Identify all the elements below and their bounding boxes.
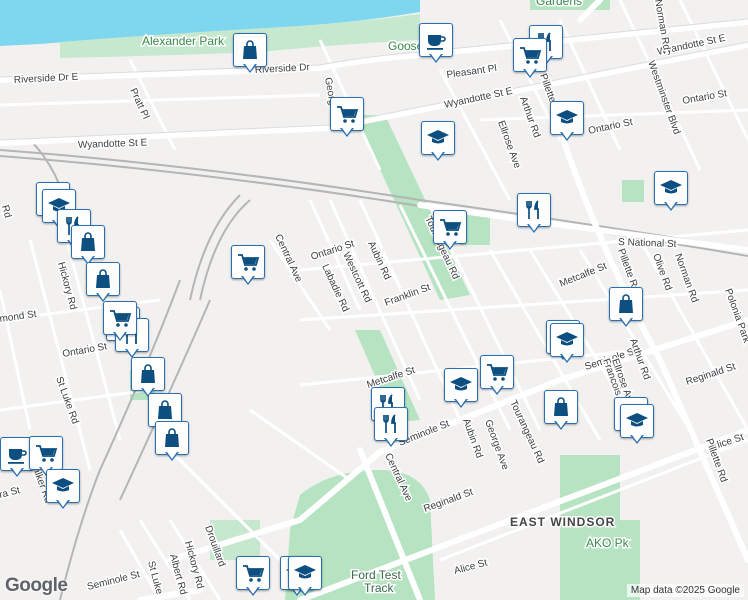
shopping-cart-icon (36, 445, 58, 462)
map-marker-school[interactable] (444, 368, 478, 412)
coffee-icon (8, 449, 27, 464)
map-marker-school[interactable] (550, 101, 584, 145)
map-marker-shopping-bag[interactable] (155, 421, 189, 465)
shopping-cart-icon (487, 364, 509, 381)
google-logo[interactable]: Google (5, 575, 68, 597)
shopping-cart-icon (110, 310, 132, 327)
shopping-bag-icon (81, 232, 95, 251)
coffee-icon (427, 35, 446, 50)
map-marker-school[interactable] (288, 556, 322, 600)
label-ford-test-track-2: Track (364, 581, 395, 595)
school-icon (450, 377, 472, 391)
restaurant-icon (526, 200, 539, 219)
school-icon (52, 478, 74, 492)
shopping-cart-icon (337, 106, 359, 123)
map-marker-shopping-bag[interactable] (233, 33, 267, 77)
map-marker-shopping-cart[interactable] (513, 38, 547, 82)
map-marker-shopping-bag[interactable] (609, 287, 643, 331)
map-marker-shopping-cart[interactable] (330, 97, 364, 141)
shopping-cart-icon (440, 219, 462, 236)
shopping-bag-icon (141, 364, 155, 383)
label-ako-pk: AKO Pk (586, 536, 630, 550)
map-marker-shopping-cart[interactable] (433, 210, 467, 254)
map-marker-shopping-cart[interactable] (231, 245, 265, 289)
map-marker-shopping-bag[interactable] (86, 262, 120, 306)
map-marker-school[interactable] (620, 404, 654, 448)
shopping-bag-icon (554, 397, 568, 416)
small-park-2 (622, 180, 644, 202)
school-icon (556, 332, 578, 346)
school-icon (660, 180, 682, 194)
school-icon (556, 110, 578, 124)
map-marker-shopping-cart[interactable] (236, 556, 270, 600)
map-marker-school[interactable] (550, 323, 584, 367)
map-marker-school[interactable] (654, 171, 688, 215)
restaurant-icon (383, 414, 396, 433)
shopping-bag-icon (96, 269, 110, 288)
map-marker-school[interactable] (46, 469, 80, 513)
shopping-cart-icon (238, 254, 260, 271)
map-marker-shopping-cart[interactable] (480, 355, 514, 399)
shopping-bag-icon (158, 400, 172, 419)
school-icon (626, 413, 648, 427)
shopping-cart-icon (520, 47, 542, 64)
shopping-cart-icon (243, 565, 265, 582)
label-east-windsor: EAST WINDSOR (510, 515, 615, 529)
map-marker-shopping-cart[interactable] (103, 301, 137, 345)
map-marker-coffee[interactable] (419, 23, 453, 67)
map-marker-school[interactable] (421, 121, 455, 165)
shopping-bag-icon (165, 428, 179, 447)
map-marker-shopping-bag[interactable] (544, 390, 578, 434)
label-alexander-park: Alexander Park (142, 34, 225, 48)
shopping-bag-icon (619, 294, 633, 313)
label-gardens: Gardens (536, 0, 582, 8)
label-ford-test-track-1: Ford Test (351, 568, 401, 582)
map-marker-restaurant[interactable] (374, 407, 408, 451)
shopping-bag-icon (243, 40, 257, 59)
school-icon (427, 130, 449, 144)
map-marker-restaurant[interactable] (517, 193, 551, 237)
school-icon (294, 565, 316, 579)
map-attribution[interactable]: Map data ©2025 Google (626, 584, 744, 597)
